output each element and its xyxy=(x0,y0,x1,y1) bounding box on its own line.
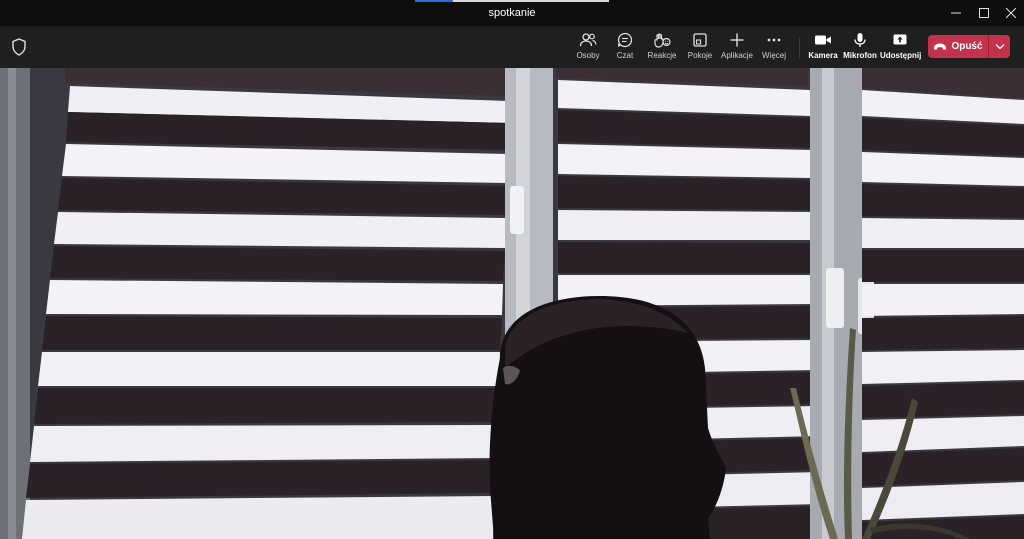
add-apps-button[interactable]: Aplikacje xyxy=(717,32,757,64)
chat-label: Czat xyxy=(616,51,634,60)
reactions-button[interactable]: Reakcje xyxy=(642,32,682,64)
breakout-rooms-button[interactable]: Pokoje xyxy=(680,32,720,64)
phone-hangup-icon xyxy=(934,43,947,49)
more-button[interactable]: Więcej xyxy=(754,32,794,64)
people-button[interactable]: Osoby xyxy=(568,32,608,64)
share-icon xyxy=(893,34,907,45)
minimize-button[interactable] xyxy=(943,2,969,24)
chat-icon xyxy=(617,32,633,48)
camera-label: Kamera xyxy=(808,51,838,60)
shield-icon xyxy=(12,38,26,56)
close-button[interactable] xyxy=(998,2,1024,24)
leave-control: Opuść xyxy=(928,35,1010,58)
maximize-icon xyxy=(979,8,989,18)
microphone-label: Mikrofon xyxy=(843,51,877,60)
meeting-info-button[interactable] xyxy=(11,38,27,56)
microphone-icon xyxy=(854,33,866,47)
leave-button[interactable]: Opuść xyxy=(928,35,988,58)
title-bar: spotkanie xyxy=(0,0,1024,26)
title-accent-bar xyxy=(415,0,453,2)
microphone-button[interactable]: Mikrofon xyxy=(840,32,880,64)
breakout-rooms-icon xyxy=(693,33,707,47)
toolbar-divider xyxy=(799,37,800,59)
close-icon xyxy=(1006,8,1016,18)
share-label: Udostępnij xyxy=(880,51,922,60)
window-title: spotkanie xyxy=(488,7,536,19)
leave-options-button[interactable] xyxy=(989,35,1010,58)
breakout-rooms-label: Pokoje xyxy=(687,51,713,60)
share-button[interactable]: Udostępnij xyxy=(880,32,922,64)
camera-icon xyxy=(815,35,831,45)
camera-button[interactable]: Kamera xyxy=(803,32,843,64)
add-apps-label: Aplikacje xyxy=(720,51,753,60)
title-highlight-bar xyxy=(453,0,609,2)
chevron-down-icon xyxy=(995,44,1004,50)
reactions-icon xyxy=(654,33,671,48)
meeting-toolbar: Osoby Czat Reakcje Pokoje Aplikacje Więc… xyxy=(0,26,1024,68)
more-icon xyxy=(767,38,781,42)
chat-button[interactable]: Czat xyxy=(605,32,645,64)
reactions-label: Reakcje xyxy=(647,51,677,60)
camera-video-image xyxy=(0,68,1024,539)
minimize-icon xyxy=(951,12,961,14)
add-apps-icon xyxy=(730,33,744,47)
leave-label: Opuść xyxy=(951,41,983,52)
video-feed xyxy=(0,68,1024,539)
maximize-button[interactable] xyxy=(971,2,997,24)
more-label: Więcej xyxy=(761,51,786,60)
people-label: Osoby xyxy=(576,51,600,60)
people-icon xyxy=(579,33,597,47)
